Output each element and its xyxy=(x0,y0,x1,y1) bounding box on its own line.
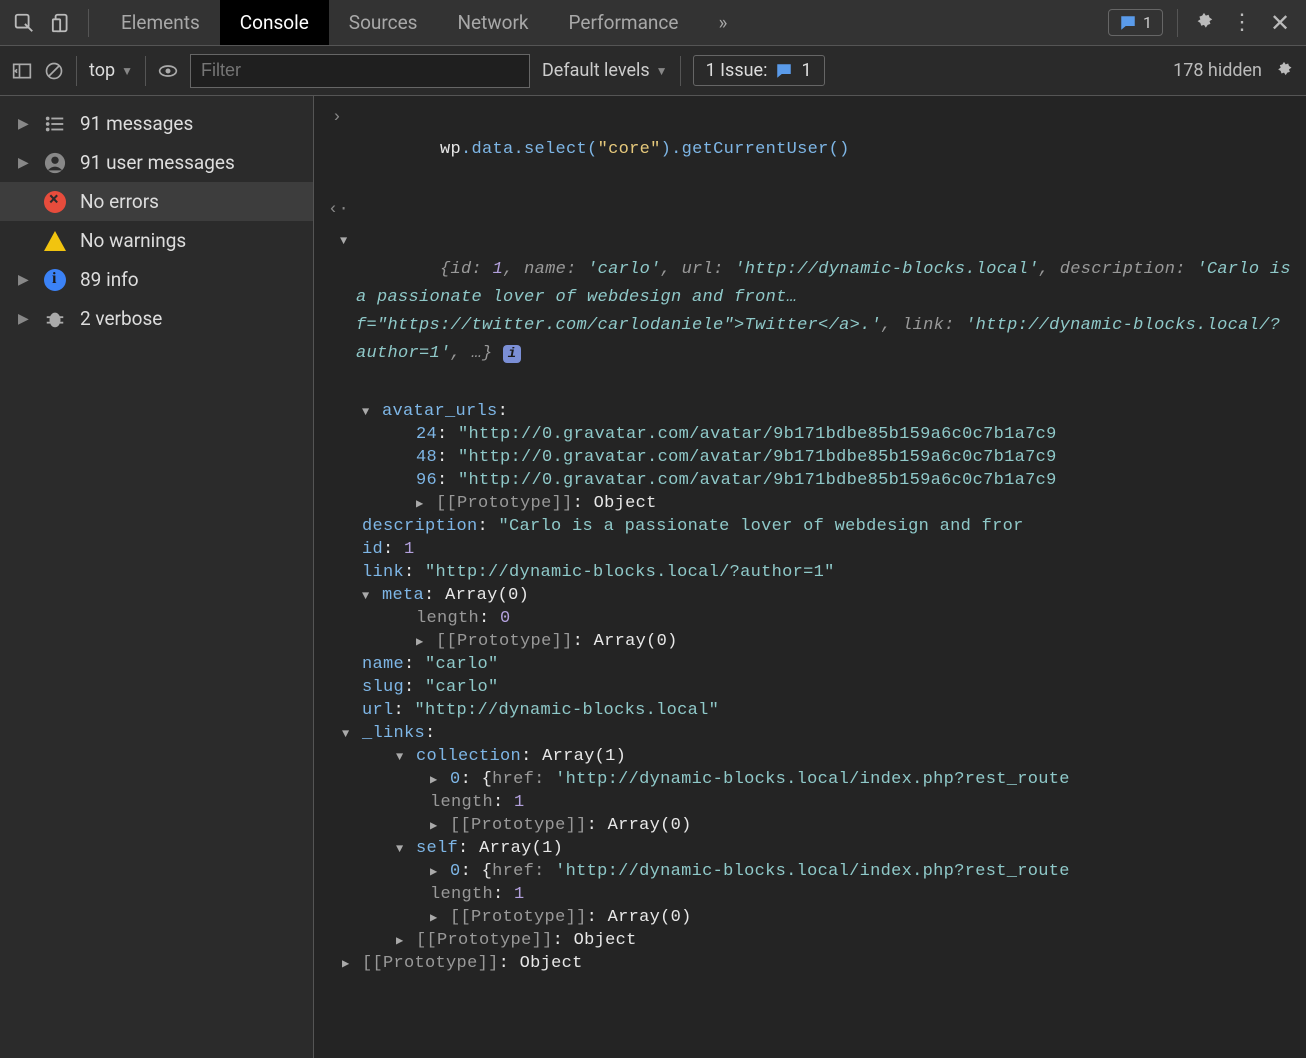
object-tree[interactable]: ▼ avatar_urls: 24: "http://0.gravatar.co… xyxy=(328,400,1306,975)
tab-network[interactable]: Network xyxy=(437,0,548,45)
sidebar-item-label: No warnings xyxy=(80,229,186,252)
tab-console[interactable]: Console xyxy=(220,0,329,45)
context-label: top xyxy=(89,60,115,81)
info-badge-icon[interactable]: i xyxy=(503,345,521,363)
sidebar-item-warnings[interactable]: ▶ No warnings xyxy=(0,221,313,260)
sidebar-item-errors[interactable]: ▶ No errors xyxy=(0,182,313,221)
console-toolbar: top ▼ Default levels ▼ 1 Issue: 1 178 hi… xyxy=(0,46,1306,96)
tab-performance[interactable]: Performance xyxy=(549,0,699,45)
sidebar-item-info[interactable]: ▶ 89 info xyxy=(0,260,313,299)
chevron-down-icon: ▼ xyxy=(656,64,668,78)
output-arrow-icon: ‹· xyxy=(328,200,346,396)
issue-bubble-icon xyxy=(1119,14,1137,32)
sidebar-item-label: 2 verbose xyxy=(80,307,162,330)
device-toggle-icon[interactable] xyxy=(50,11,74,35)
kebab-menu-icon[interactable]: ⋮ xyxy=(1230,11,1254,35)
expand-triangle-icon[interactable]: ▶ xyxy=(430,865,438,879)
expand-triangle-icon: ▶ xyxy=(18,311,30,327)
collapse-triangle-icon[interactable]: ▼ xyxy=(362,405,370,419)
sidebar-item-label: 91 user messages xyxy=(80,151,235,174)
input-arrow-icon: › xyxy=(328,108,346,192)
filter-input[interactable] xyxy=(190,54,530,88)
tab-elements[interactable]: Elements xyxy=(101,0,220,45)
issues-count: 1 xyxy=(1143,13,1152,32)
info-icon xyxy=(44,269,66,291)
inspect-icon[interactable] xyxy=(12,11,36,35)
expand-triangle-icon: ▶ xyxy=(18,272,30,288)
sidebar-item-label: No errors xyxy=(80,190,159,213)
collapse-triangle-icon[interactable]: ▼ xyxy=(396,750,404,764)
collapse-triangle-icon[interactable]: ▼ xyxy=(362,589,370,603)
issues-pill[interactable]: 1 Issue: 1 xyxy=(693,55,825,86)
list-icon xyxy=(44,113,66,135)
sidebar-item-user-messages[interactable]: ▶ 91 user messages xyxy=(0,143,313,182)
bug-icon xyxy=(44,308,66,330)
context-selector[interactable]: top ▼ xyxy=(89,60,133,81)
clear-console-icon[interactable] xyxy=(44,61,64,81)
devtools-tabbar: Elements Console Sources Network Perform… xyxy=(0,0,1306,46)
tab-more[interactable]: » xyxy=(698,0,747,45)
tab-sources[interactable]: Sources xyxy=(329,0,438,45)
log-level-selector[interactable]: Default levels ▼ xyxy=(542,60,668,81)
issues-chip[interactable]: 1 xyxy=(1108,9,1163,36)
issues-pill-count: 1 xyxy=(801,60,811,81)
collapse-triangle-icon[interactable]: ▼ xyxy=(342,727,350,741)
sidebar-item-messages[interactable]: ▶ 91 messages xyxy=(0,104,313,143)
user-icon xyxy=(44,152,66,174)
console-output[interactable]: › wp.data.select("core").getCurrentUser(… xyxy=(314,96,1306,1058)
console-input-echo: › wp.data.select("core").getCurrentUser(… xyxy=(328,104,1306,196)
expand-triangle-icon: ▶ xyxy=(18,155,30,171)
log-level-label: Default levels xyxy=(542,60,650,81)
chevron-down-icon: ▼ xyxy=(121,64,133,78)
console-result[interactable]: ‹· ▼ {id: 1, name: 'carlo', url: 'http:/… xyxy=(328,196,1306,400)
collapse-triangle-icon[interactable]: ▼ xyxy=(396,842,404,856)
close-icon[interactable]: ✕ xyxy=(1268,11,1292,35)
error-icon xyxy=(44,191,66,213)
hidden-messages[interactable]: 178 hidden xyxy=(1173,60,1262,81)
live-expression-icon[interactable] xyxy=(158,61,178,81)
sidebar-item-label: 89 info xyxy=(80,268,139,291)
expand-triangle-icon[interactable]: ▶ xyxy=(430,819,438,833)
expand-triangle-icon[interactable]: ▶ xyxy=(416,497,424,511)
sidebar-toggle-icon[interactable] xyxy=(12,61,32,81)
settings-icon[interactable] xyxy=(1192,11,1216,35)
expand-triangle-icon[interactable]: ▶ xyxy=(430,773,438,787)
sidebar-item-label: 91 messages xyxy=(80,112,193,135)
expand-triangle-icon: ▶ xyxy=(18,116,30,132)
expand-triangle-icon[interactable]: ▶ xyxy=(430,911,438,925)
expand-triangle-icon[interactable]: ▶ xyxy=(342,957,350,971)
issue-bubble-icon xyxy=(775,62,793,80)
expand-triangle-icon[interactable]: ▶ xyxy=(416,635,424,649)
warning-icon xyxy=(44,231,66,251)
expand-triangle-icon[interactable]: ▶ xyxy=(396,934,404,948)
collapse-triangle-icon[interactable]: ▼ xyxy=(340,232,348,252)
issues-pill-label: 1 Issue: xyxy=(706,60,768,81)
console-settings-icon[interactable] xyxy=(1274,61,1294,81)
sidebar-item-verbose[interactable]: ▶ 2 verbose xyxy=(0,299,313,338)
console-sidebar: ▶ 91 messages ▶ 91 user messages ▶ No er… xyxy=(0,96,314,1058)
